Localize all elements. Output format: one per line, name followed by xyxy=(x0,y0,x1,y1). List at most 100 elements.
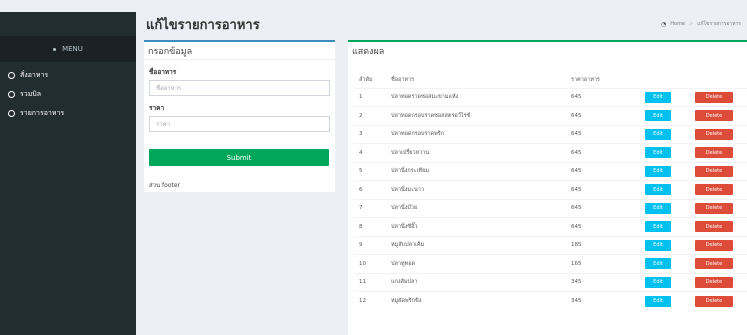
row-number: 1 xyxy=(353,87,391,107)
edit-button[interactable]: Edit xyxy=(645,295,671,307)
food-table: ลำดับ ชื่ออาหาร ราคาอาหาร 1 ปลาทอดราดซอสม… xyxy=(353,72,747,310)
sidebar-item-food-list[interactable]: รายการอาหาร xyxy=(0,104,136,123)
row-edit-cell: Edit xyxy=(645,161,695,181)
row-edit-cell: Edit xyxy=(645,106,695,125)
row-delete-cell: Delete xyxy=(695,198,747,218)
edit-button[interactable]: Edit xyxy=(645,258,671,270)
sidebar-item-bill[interactable]: รวมบิล xyxy=(0,85,136,104)
table-row: 3 ปลาทอดกรอบราดพริก 645 Edit Delete xyxy=(353,124,747,144)
row-food-name: ปลานึ่งบ๊วย xyxy=(391,198,571,218)
row-number: 3 xyxy=(353,124,391,144)
row-delete-cell: Delete xyxy=(695,143,747,162)
sidebar: MENU สั่งอาหาร รวมบิล รายการอาหาร xyxy=(0,12,136,335)
sidebar-item-order-food[interactable]: สั่งอาหาร xyxy=(0,66,136,85)
row-delete-cell: Delete xyxy=(695,217,747,236)
row-edit-cell: Edit xyxy=(645,217,695,236)
delete-button[interactable]: Delete xyxy=(695,276,733,288)
row-price: 345 xyxy=(571,272,645,292)
row-price: 645 xyxy=(571,143,645,162)
row-price: 165 xyxy=(571,254,645,273)
row-edit-cell: Edit xyxy=(645,87,695,107)
row-food-name: ปลานึ่งซีอิ๊ว xyxy=(391,217,571,236)
delete-button[interactable]: Delete xyxy=(695,239,733,251)
sidebar-item-label: รายการอาหาร xyxy=(20,109,65,117)
delete-button[interactable]: Delete xyxy=(695,91,733,103)
row-number: 8 xyxy=(353,217,391,236)
row-edit-cell: Edit xyxy=(645,291,695,310)
row-price: 345 xyxy=(571,291,645,310)
bullet-icon xyxy=(53,47,57,51)
edit-button[interactable]: Edit xyxy=(645,239,671,251)
delete-button[interactable]: Delete xyxy=(695,147,733,159)
edit-button[interactable]: Edit xyxy=(645,202,671,214)
results-panel-title: แสดงผล xyxy=(352,47,385,57)
table-row: 11 แกงส้มปลา 345 Edit Delete xyxy=(353,272,747,292)
row-price: 645 xyxy=(571,217,645,236)
row-food-name: ปลาเปรี้ยวหวาน xyxy=(391,143,571,162)
submit-button[interactable]: Submit xyxy=(149,149,329,166)
row-edit-cell: Edit xyxy=(645,272,695,292)
row-delete-cell: Delete xyxy=(695,291,747,310)
row-food-name: ปลาทูทอด xyxy=(391,254,571,273)
delete-button[interactable]: Delete xyxy=(695,165,733,177)
edit-button[interactable]: Edit xyxy=(645,128,671,140)
results-panel: แสดงผล ลำดับ ชื่ออาหาร ราคาอาหาร 1 ปลาทอด… xyxy=(348,40,747,335)
row-number: 12 xyxy=(353,291,391,310)
column-header-price: ราคาอาหาร xyxy=(571,76,600,83)
table-row: 10 ปลาทูทอด 165 Edit Delete xyxy=(353,254,747,273)
breadcrumb-separator: > xyxy=(689,21,694,27)
price-input[interactable]: ราคา xyxy=(149,116,330,132)
row-food-name: แกงส้มปลา xyxy=(391,272,571,292)
table-row: 1 ปลาทอดราดซอสมะขามแห้ง 645 Edit Delete xyxy=(353,87,747,107)
food-name-input[interactable]: ชื่ออาหาร xyxy=(149,80,330,96)
delete-button[interactable]: Delete xyxy=(695,221,733,233)
row-delete-cell: Delete xyxy=(695,87,747,107)
form-panel-title: กรอกข้อมูล xyxy=(144,42,335,60)
row-food-name: ปลาทอดกรอบราดซอสสตรอว์ไรซ์ xyxy=(391,106,571,125)
table-row: 8 ปลานึ่งซีอิ๊ว 645 Edit Delete xyxy=(353,217,747,236)
row-price: 645 xyxy=(571,87,645,107)
edit-button[interactable]: Edit xyxy=(645,276,671,288)
delete-button[interactable]: Delete xyxy=(695,295,733,307)
row-edit-cell: Edit xyxy=(645,180,695,199)
row-delete-cell: Delete xyxy=(695,254,747,273)
row-number: 11 xyxy=(353,272,391,292)
input-form-panel: กรอกข้อมูล ชื่ออาหาร ชื่ออาหาร ราคา ราคา… xyxy=(144,40,335,192)
edit-button[interactable]: Edit xyxy=(645,110,671,122)
column-header-delete xyxy=(695,72,747,88)
row-price: 185 xyxy=(571,235,645,255)
form-footer-text: ส่วน footer xyxy=(149,182,181,189)
edit-button[interactable]: Edit xyxy=(645,184,671,196)
table-row: 9 หมูสับปลาเค็ม 185 Edit Delete xyxy=(353,235,747,255)
edit-button[interactable]: Edit xyxy=(645,165,671,177)
breadcrumb-current: แก้ไขรายการอาหาร xyxy=(697,21,741,27)
delete-button[interactable]: Delete xyxy=(695,128,733,140)
row-number: 4 xyxy=(353,143,391,162)
row-number: 2 xyxy=(353,106,391,125)
row-number: 7 xyxy=(353,198,391,218)
row-number: 10 xyxy=(353,254,391,273)
row-edit-cell: Edit xyxy=(645,198,695,218)
delete-button[interactable]: Delete xyxy=(695,110,733,122)
sidebar-menu-header: MENU xyxy=(0,36,136,62)
circle-icon xyxy=(8,110,15,117)
breadcrumb-home-link[interactable]: Home xyxy=(670,21,685,27)
row-food-name: ปลาทอดราดซอสมะขามแห้ง xyxy=(391,87,571,107)
circle-icon xyxy=(8,72,15,79)
delete-button[interactable]: Delete xyxy=(695,258,733,270)
row-food-name: ปลาทอดกรอบราดพริก xyxy=(391,124,571,144)
row-number: 5 xyxy=(353,161,391,181)
row-price: 645 xyxy=(571,198,645,218)
edit-button[interactable]: Edit xyxy=(645,221,671,233)
row-edit-cell: Edit xyxy=(645,254,695,273)
delete-button[interactable]: Delete xyxy=(695,202,733,214)
top-bar xyxy=(0,0,747,12)
dashboard-icon: ◔ xyxy=(661,20,667,28)
edit-button[interactable]: Edit xyxy=(645,91,671,103)
table-row: 4 ปลาเปรี้ยวหวาน 645 Edit Delete xyxy=(353,143,747,162)
sidebar-item-label: รวมบิล xyxy=(20,90,42,98)
row-delete-cell: Delete xyxy=(695,106,747,125)
row-food-name: ปลานึ่งกระเทียม xyxy=(391,161,571,181)
edit-button[interactable]: Edit xyxy=(645,147,671,159)
delete-button[interactable]: Delete xyxy=(695,184,733,196)
